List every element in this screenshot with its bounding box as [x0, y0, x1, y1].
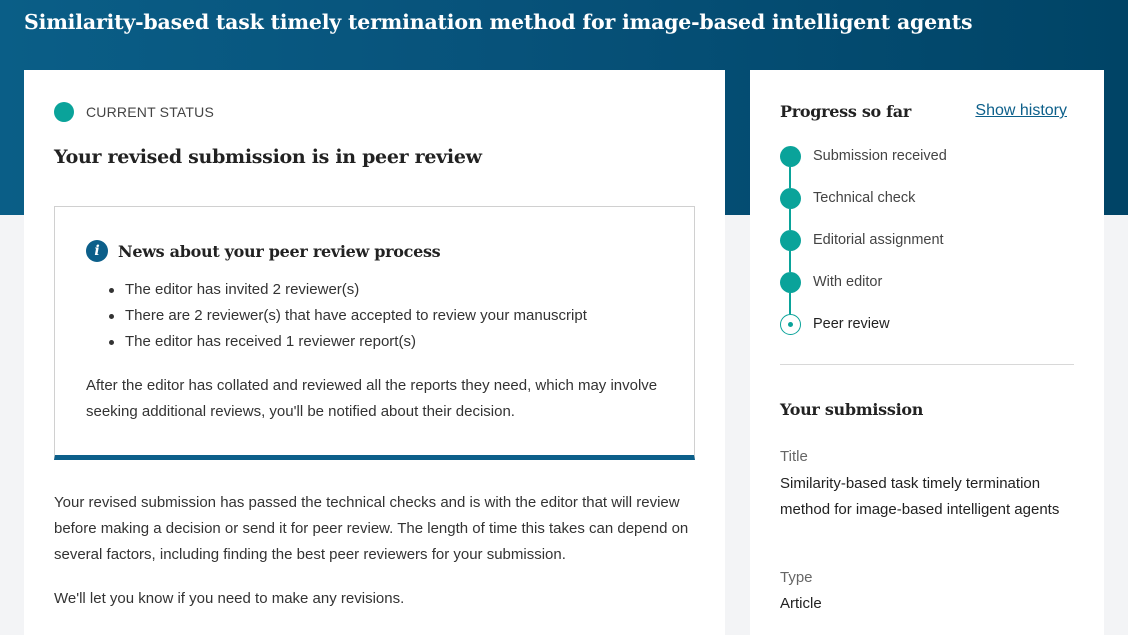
- step-connector: [789, 293, 791, 314]
- step-current-icon: [780, 314, 801, 335]
- page-title: Similarity-based task timely termination…: [24, 10, 973, 34]
- progress-title: Progress so far: [780, 102, 911, 121]
- status-row: CURRENT STATUS: [54, 102, 214, 122]
- list-item: The editor has received 1 reviewer repor…: [107, 332, 587, 358]
- step-peer-review: Peer review: [780, 314, 947, 356]
- news-list: The editor has invited 2 reviewer(s) The…: [107, 280, 587, 358]
- submission-heading: Your submission: [780, 400, 924, 419]
- step-technical-check: Technical check: [780, 188, 947, 230]
- status-dot-icon: [54, 102, 74, 122]
- step-label: Submission received: [813, 148, 947, 164]
- info-icon: i: [86, 240, 108, 262]
- show-history-link[interactable]: Show history: [975, 102, 1067, 120]
- status-label: CURRENT STATUS: [86, 104, 215, 120]
- type-value: Article: [780, 595, 822, 612]
- news-header: i News about your peer review process: [86, 240, 441, 262]
- status-description: Your revised submission has passed the t…: [54, 494, 689, 563]
- sidebar-card: Progress so far Show history Submission …: [750, 70, 1104, 635]
- news-title: News about your peer review process: [118, 241, 441, 261]
- news-paragraph: After the editor has collated and review…: [86, 377, 658, 420]
- step-submission-received: Submission received: [780, 146, 947, 188]
- step-connector: [789, 209, 791, 230]
- type-label: Type: [780, 569, 813, 586]
- step-editorial-assignment: Editorial assignment: [780, 230, 947, 272]
- divider: [780, 364, 1074, 365]
- step-connector: [789, 251, 791, 272]
- revision-note: We'll let you know if you need to make a…: [54, 590, 405, 607]
- list-item: There are 2 reviewer(s) that have accept…: [107, 306, 587, 332]
- step-complete-icon: [780, 146, 801, 167]
- news-box: i News about your peer review process Th…: [54, 206, 695, 460]
- step-connector: [789, 167, 791, 188]
- step-label: Editorial assignment: [813, 232, 944, 248]
- step-complete-icon: [780, 272, 801, 293]
- step-complete-icon: [780, 188, 801, 209]
- step-label: Peer review: [813, 316, 890, 332]
- step-label: Technical check: [813, 190, 916, 206]
- step-with-editor: With editor: [780, 272, 947, 314]
- title-label: Title: [780, 448, 808, 465]
- status-heading: Your revised submission is in peer revie…: [54, 146, 482, 168]
- step-label: With editor: [813, 274, 883, 290]
- status-card: CURRENT STATUS Your revised submission i…: [24, 70, 725, 635]
- progress-steps: Submission received Technical check Edit…: [780, 146, 947, 356]
- list-item: The editor has invited 2 reviewer(s): [107, 280, 587, 306]
- title-value: Similarity-based task timely termination…: [780, 475, 1060, 518]
- step-complete-icon: [780, 230, 801, 251]
